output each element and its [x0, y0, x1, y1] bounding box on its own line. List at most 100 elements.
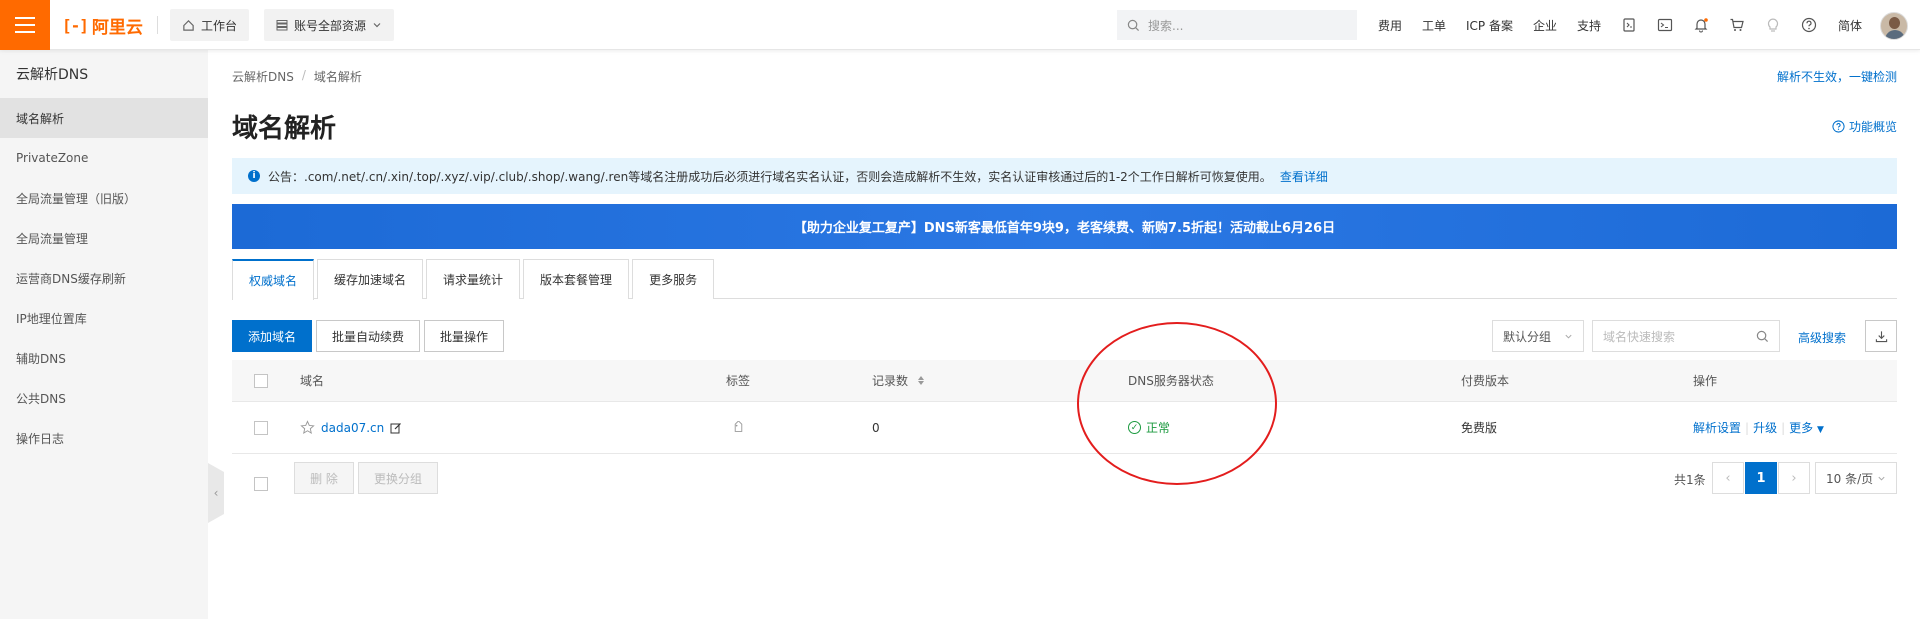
bell-icon[interactable]: [1690, 14, 1712, 36]
highlight-annotation-circle: [1077, 322, 1277, 485]
sidebar-item-privatezone[interactable]: PrivateZone: [0, 138, 208, 178]
advanced-search-link[interactable]: 高级搜索: [1798, 329, 1846, 346]
tag-icon[interactable]: [732, 421, 745, 434]
chevron-right-icon: ›: [1791, 470, 1797, 486]
resolution-settings-link[interactable]: 解析设置: [1693, 419, 1741, 436]
domain-link[interactable]: dada07.cn: [321, 421, 384, 435]
batch-auto-renew-button[interactable]: 批量自动续费: [316, 320, 420, 352]
select-all-checkbox[interactable]: [254, 373, 268, 388]
page-size-value: 10 条/页: [1826, 471, 1874, 486]
resources-label: 账号全部资源: [294, 18, 367, 33]
download-button[interactable]: [1865, 320, 1897, 352]
upgrade-link[interactable]: 升级: [1753, 419, 1777, 436]
aliyun-logo-icon: [-]: [62, 16, 89, 35]
page-title: 域名解析: [232, 114, 337, 144]
aliyun-logo[interactable]: [-] 阿里云: [62, 13, 143, 38]
change-group-button[interactable]: 更换分组: [358, 462, 438, 494]
sidebar-item-public-dns[interactable]: 公共DNS: [0, 378, 208, 418]
tab-more-services[interactable]: 更多服务: [632, 259, 715, 299]
global-search-input[interactable]: 搜索...: [1117, 10, 1357, 40]
language-switch[interactable]: 简体: [1838, 17, 1862, 34]
domain-search-input[interactable]: 域名快速搜索: [1592, 320, 1780, 352]
announcement-details-link[interactable]: 查看详细: [1280, 168, 1328, 185]
app-icon[interactable]: [1618, 14, 1640, 36]
top-navigation-bar: [-] 阿里云 工作台 账号全部资源 搜索... 费用 工单 ICP 备案 企业…: [0, 0, 1920, 50]
page-size-select[interactable]: 10 条/页: [1815, 462, 1897, 494]
feature-overview-link[interactable]: 功能概览: [1832, 118, 1897, 135]
sort-icon[interactable]: [918, 376, 925, 385]
chevron-down-icon: [1878, 476, 1885, 481]
announcement-bar: i 公告：.com/.net/.cn/.xin/.top/.xyz/.vip/.…: [232, 158, 1897, 194]
download-icon: [1875, 330, 1887, 342]
nav-link-support[interactable]: 支持: [1577, 17, 1601, 34]
caret-down-icon: ▼: [1816, 425, 1824, 435]
tab-request-stats[interactable]: 请求量统计: [426, 259, 521, 299]
workbench-button[interactable]: 工作台: [170, 9, 250, 41]
footer-select-checkbox[interactable]: [254, 477, 268, 491]
sidebar-item-operation-log[interactable]: 操作日志: [0, 418, 208, 458]
page-button-current[interactable]: 1: [1745, 462, 1777, 494]
group-select-value: 默认分组: [1503, 329, 1552, 344]
edit-icon[interactable]: [390, 422, 402, 434]
promo-banner-text: 【助力企业复工复产】DNS新客最低首年9块9，老客续费、新购7.5折起！活动截止…: [793, 221, 1336, 236]
column-header-edition: 付费版本: [1461, 374, 1510, 388]
chevron-down-icon: [1565, 334, 1572, 339]
chevron-left-icon: ‹: [213, 486, 219, 500]
resources-dropdown[interactable]: 账号全部资源: [264, 9, 395, 41]
more-dropdown[interactable]: 更多 ▼: [1789, 419, 1824, 436]
terminal-icon[interactable]: [1654, 14, 1676, 36]
star-icon[interactable]: [300, 420, 315, 435]
add-domain-button[interactable]: 添加域名: [232, 320, 312, 352]
search-icon[interactable]: [1756, 330, 1769, 343]
column-header-records[interactable]: 记录数: [872, 360, 925, 401]
sidebar-item-domain-resolution[interactable]: 域名解析: [0, 98, 208, 138]
promo-banner[interactable]: 【助力企业复工复产】DNS新客最低首年9块9，老客续费、新购7.5折起！活动截止…: [232, 204, 1897, 249]
column-header-domain: 域名: [300, 374, 325, 388]
row-checkbox-cell: [254, 402, 268, 453]
help-icon[interactable]: [1798, 14, 1820, 36]
sidebar-item-isp-cache-refresh[interactable]: 运营商DNS缓存刷新: [0, 258, 208, 298]
sidebar-item-secondary-dns[interactable]: 辅助DNS: [0, 338, 208, 378]
tab-authoritative-domains[interactable]: 权威域名: [232, 259, 315, 300]
ops-divider: |: [1781, 420, 1786, 435]
breadcrumb-item-current: 域名解析: [313, 70, 362, 84]
column-header-tag: 标签: [726, 374, 751, 388]
row-checkbox[interactable]: [254, 420, 268, 435]
group-select[interactable]: 默认分组: [1492, 320, 1584, 352]
domain-cell: dada07.cn: [300, 402, 402, 453]
nav-link-icp[interactable]: ICP 备案: [1466, 17, 1513, 34]
home-icon: [183, 19, 194, 31]
column-header-records-label: 记录数: [872, 374, 909, 388]
announcement-text: 公告：.com/.net/.cn/.xin/.top/.xyz/.vip/.cl…: [268, 169, 1272, 184]
sidebar-item-ip-geo[interactable]: IP地理位置库: [0, 298, 208, 338]
lightbulb-icon[interactable]: [1762, 14, 1784, 36]
next-page-button[interactable]: ›: [1778, 462, 1810, 494]
nav-link-tickets[interactable]: 工单: [1422, 17, 1446, 34]
search-placeholder: 搜索...: [1148, 18, 1184, 33]
menu-icon[interactable]: [0, 0, 50, 50]
logo-divider: [157, 16, 158, 34]
sidebar-item-gtm-legacy[interactable]: 全局流量管理（旧版）: [0, 178, 208, 218]
prev-page-button[interactable]: ‹: [1712, 462, 1744, 494]
total-count: 共1条: [1674, 473, 1706, 487]
tab-cache-acceleration[interactable]: 缓存加速域名: [317, 259, 424, 299]
user-avatar[interactable]: [1880, 12, 1908, 40]
sidebar-collapse-handle[interactable]: ‹: [208, 463, 224, 523]
operations-cell: 解析设置 | 升级 | 更多 ▼: [1693, 402, 1824, 453]
sidebar-item-gtm[interactable]: 全局流量管理: [0, 218, 208, 258]
resolution-check-link[interactable]: 解析不生效，一键检测: [1777, 68, 1897, 85]
delete-button[interactable]: 删 除: [294, 462, 354, 494]
tab-plan-management[interactable]: 版本套餐管理: [523, 259, 630, 299]
column-header-operations: 操作: [1693, 374, 1718, 388]
nav-link-enterprise[interactable]: 企业: [1533, 17, 1557, 34]
cart-icon[interactable]: [1726, 14, 1748, 36]
search-icon: [1127, 19, 1140, 31]
breadcrumb-item-dns[interactable]: 云解析DNS: [232, 68, 294, 85]
ops-divider: |: [1745, 420, 1750, 435]
nav-link-billing[interactable]: 费用: [1378, 17, 1402, 34]
footer-checkbox-cell: [254, 477, 268, 491]
sidebar-title: 云解析DNS: [16, 67, 89, 83]
batch-operations-button[interactable]: 批量操作: [424, 320, 504, 352]
logo-text: 阿里云: [91, 18, 143, 38]
tab-bar: 权威域名 缓存加速域名 请求量统计 版本套餐管理 更多服务: [232, 259, 1897, 300]
